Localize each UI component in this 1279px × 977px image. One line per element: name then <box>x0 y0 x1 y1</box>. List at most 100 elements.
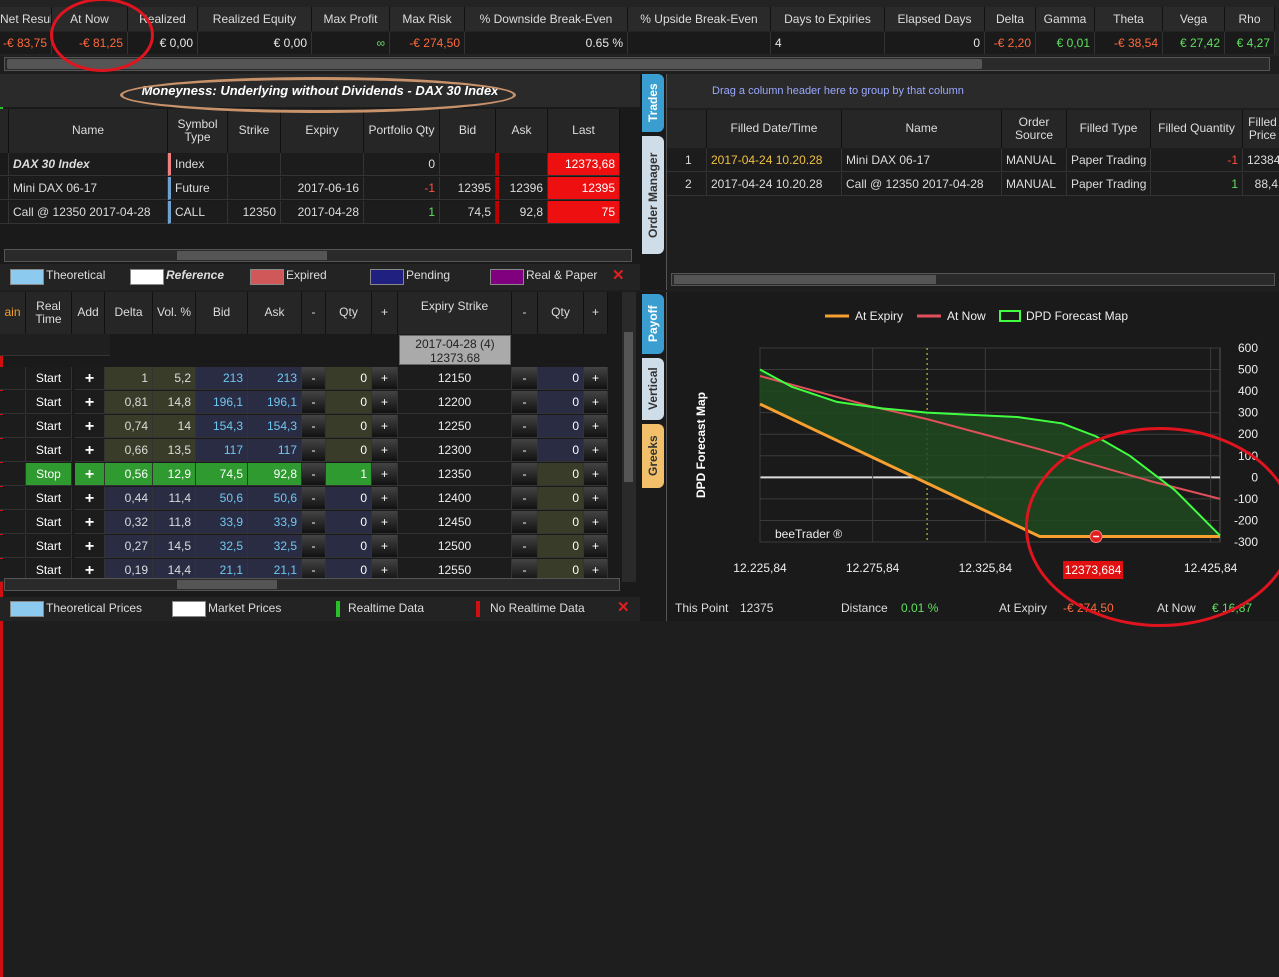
qty-increment-button[interactable]: + <box>372 463 398 486</box>
add-icon[interactable]: + <box>75 487 105 510</box>
add-icon[interactable]: + <box>75 535 105 558</box>
qty-increment-button[interactable]: + <box>584 439 608 462</box>
put-qty-cell[interactable]: 0 <box>538 415 584 438</box>
realtime-toggle-button[interactable]: Start <box>26 415 72 438</box>
qty-decrement-button[interactable]: - <box>302 415 326 438</box>
realtime-toggle-button[interactable]: Start <box>26 439 72 462</box>
qty-decrement-button[interactable]: - <box>512 391 538 414</box>
realtime-toggle-button[interactable]: Start <box>26 511 72 534</box>
metric-header-2[interactable]: Realized <box>128 7 198 31</box>
qty-decrement-button[interactable]: - <box>302 511 326 534</box>
qty-decrement-button[interactable]: - <box>512 487 538 510</box>
add-icon[interactable]: + <box>75 511 105 534</box>
qty-decrement-button[interactable]: - <box>512 367 538 390</box>
chain-vertical-scrollbar[interactable] <box>622 292 636 582</box>
add-icon[interactable]: + <box>75 463 105 486</box>
put-qty-cell[interactable]: 0 <box>538 535 584 558</box>
metric-header-7[interactable]: % Upside Break-Even <box>628 7 771 31</box>
qty-increment-button[interactable]: + <box>584 391 608 414</box>
chain-col-header-10[interactable]: Expiry Strike <box>398 292 512 334</box>
qty-increment-button[interactable]: + <box>372 439 398 462</box>
trades-col-header-0[interactable]: Filled Date/Time <box>707 110 842 148</box>
realtime-toggle-button[interactable]: Start <box>26 535 72 558</box>
metric-header-3[interactable]: Realized Equity <box>198 7 312 31</box>
metrics-scrollbar[interactable] <box>4 57 1270 71</box>
trades-col-header-1[interactable]: Name <box>842 110 1002 148</box>
chain-col-header-5[interactable]: Bid <box>196 292 248 334</box>
qty-increment-button[interactable]: + <box>372 391 398 414</box>
tab-payoff[interactable]: Payoff <box>642 294 664 354</box>
chain-col-header-4[interactable]: Vol. % <box>153 292 196 334</box>
call-qty-cell[interactable]: 0 <box>326 367 372 390</box>
add-icon[interactable]: + <box>75 415 105 438</box>
realtime-toggle-button[interactable]: Stop <box>26 463 72 486</box>
legend-label[interactable]: DPD Forecast Map <box>1026 309 1128 323</box>
qty-increment-button[interactable]: + <box>372 487 398 510</box>
chain-col-header-6[interactable]: Ask <box>248 292 302 334</box>
close-icon[interactable]: ✕ <box>612 266 625 284</box>
scrollbar-thumb[interactable] <box>674 275 936 284</box>
call-qty-cell[interactable]: 0 <box>326 511 372 534</box>
positions-col-header-4[interactable]: Portfolio Qty <box>364 109 440 153</box>
put-qty-cell[interactable]: 0 <box>538 487 584 510</box>
scrollbar-thumb[interactable] <box>177 251 327 260</box>
qty-increment-button[interactable]: + <box>584 463 608 486</box>
add-icon[interactable]: + <box>75 391 105 414</box>
call-qty-cell[interactable]: 1 <box>326 463 372 486</box>
positions-col-header-5[interactable]: Bid <box>440 109 496 153</box>
trades-col-header-4[interactable]: Filled Quantity <box>1151 110 1243 148</box>
chain-col-header-7[interactable]: - <box>302 292 326 334</box>
put-qty-cell[interactable]: 0 <box>538 511 584 534</box>
scrollbar-thumb[interactable] <box>177 580 277 589</box>
metric-header-13[interactable]: Vega <box>1163 7 1225 31</box>
legend-label[interactable]: At Now <box>947 309 986 323</box>
close-icon[interactable]: ✕ <box>617 598 630 616</box>
realtime-toggle-button[interactable]: Start <box>26 391 72 414</box>
metric-header-11[interactable]: Gamma <box>1036 7 1095 31</box>
trades-col-header-2[interactable]: Order Source <box>1002 110 1067 148</box>
chain-scrollbar[interactable] <box>4 578 620 591</box>
call-qty-cell[interactable]: 0 <box>326 535 372 558</box>
trades-col-header-5[interactable]: Filled Price <box>1243 110 1279 148</box>
tab-vertical[interactable]: Vertical <box>642 358 664 420</box>
metric-header-1[interactable]: At Now <box>52 7 128 31</box>
call-qty-cell[interactable]: 0 <box>326 487 372 510</box>
realtime-toggle-button[interactable]: Start <box>26 487 72 510</box>
trades-col-header-3[interactable]: Filled Type <box>1067 110 1151 148</box>
put-qty-cell[interactable]: 0 <box>538 463 584 486</box>
positions-col-header-2[interactable]: Strike <box>228 109 281 153</box>
call-qty-cell[interactable]: 0 <box>326 415 372 438</box>
qty-increment-button[interactable]: + <box>584 487 608 510</box>
chain-col-header-2[interactable]: Add <box>72 292 105 334</box>
metric-header-4[interactable]: Max Profit <box>312 7 390 31</box>
positions-col-header-7[interactable]: Last <box>548 109 620 153</box>
metric-header-9[interactable]: Elapsed Days <box>885 7 985 31</box>
qty-decrement-button[interactable]: - <box>302 391 326 414</box>
positions-scrollbar[interactable] <box>4 249 632 262</box>
qty-increment-button[interactable]: + <box>584 535 608 558</box>
qty-increment-button[interactable]: + <box>372 367 398 390</box>
positions-col-header-0[interactable]: Name <box>9 109 168 153</box>
qty-increment-button[interactable]: + <box>372 415 398 438</box>
put-qty-cell[interactable]: 0 <box>538 439 584 462</box>
qty-increment-button[interactable]: + <box>584 367 608 390</box>
chain-col-header-9[interactable]: + <box>372 292 398 334</box>
legend-label[interactable]: At Expiry <box>855 309 903 323</box>
chain-col-header-8[interactable]: Qty <box>326 292 372 334</box>
qty-decrement-button[interactable]: - <box>302 367 326 390</box>
realtime-toggle-button[interactable]: Start <box>26 367 72 390</box>
qty-decrement-button[interactable]: - <box>302 439 326 462</box>
tab-order-manager[interactable]: Order Manager <box>642 136 664 254</box>
chain-col-header-12[interactable]: Qty <box>538 292 584 334</box>
metric-header-10[interactable]: Delta <box>985 7 1036 31</box>
qty-increment-button[interactable]: + <box>372 511 398 534</box>
chain-col-header-3[interactable]: Delta <box>105 292 153 334</box>
qty-increment-button[interactable]: + <box>584 415 608 438</box>
metric-header-14[interactable]: Rho <box>1225 7 1275 31</box>
qty-increment-button[interactable]: + <box>372 535 398 558</box>
qty-decrement-button[interactable]: - <box>512 463 538 486</box>
call-qty-cell[interactable]: 0 <box>326 391 372 414</box>
scrollbar-thumb[interactable] <box>7 59 982 69</box>
positions-col-header-3[interactable]: Expiry <box>281 109 364 153</box>
positions-col-header-1[interactable]: Symbol Type <box>168 109 228 153</box>
